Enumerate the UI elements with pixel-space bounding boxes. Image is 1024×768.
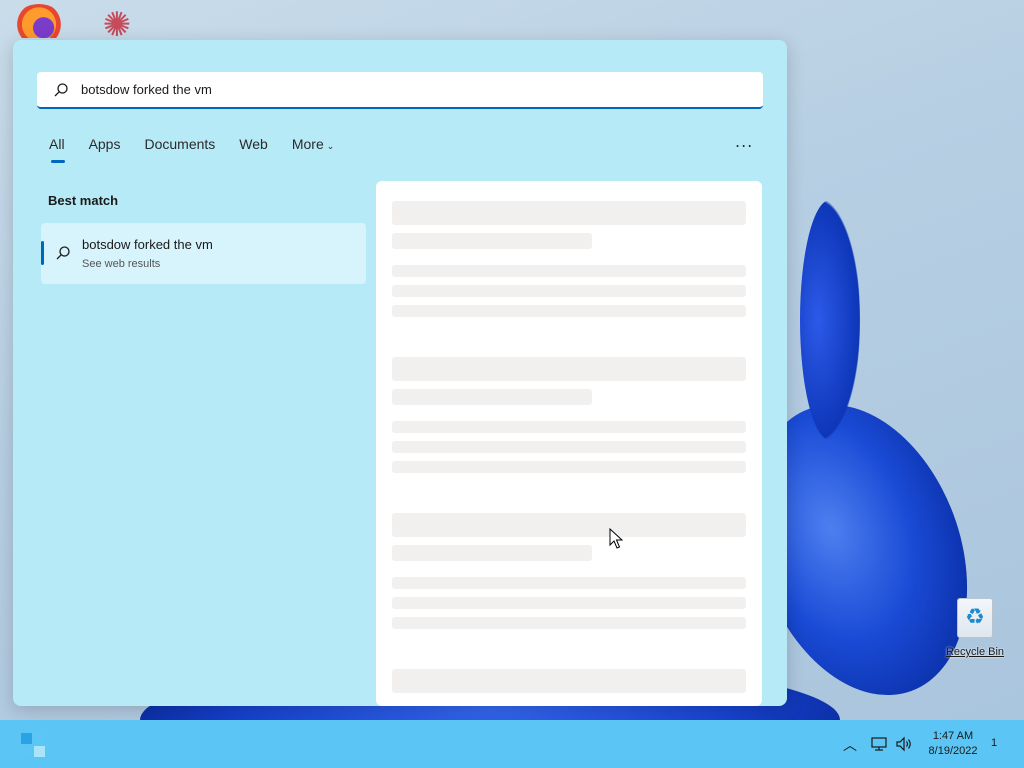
selection-indicator [41, 241, 44, 265]
search-box[interactable] [37, 72, 763, 109]
chevron-up-icon[interactable]: ︿ [843, 735, 857, 755]
best-match-heading: Best match [48, 193, 119, 208]
wallpaper-bloom [800, 200, 860, 440]
skeleton-line [392, 617, 746, 629]
result-title: botsdow forked the vm [82, 237, 213, 252]
tab-label: Apps [88, 136, 121, 152]
volume-icon[interactable] [895, 736, 913, 752]
chevron-down-icon: ⌄ [326, 142, 335, 152]
search-panel: All Apps Documents Web More⌄ ... Best ma… [13, 40, 787, 706]
tab-label: Web [239, 136, 268, 152]
tab-documents[interactable]: Documents [144, 136, 215, 166]
notification-badge[interactable]: 1 [991, 737, 997, 749]
tab-label: Documents [144, 136, 216, 152]
search-input[interactable] [81, 82, 681, 97]
search-filter-tabs: All Apps Documents Web More ⌄ [49, 136, 358, 166]
network-icon[interactable] [871, 736, 889, 752]
tab-all[interactable]: All [49, 136, 65, 166]
app-desktop-icon[interactable]: ✺ [94, 8, 140, 42]
clock-time: 1:47 AM [932, 730, 974, 742]
skeleton-line [392, 513, 746, 537]
result-subtitle: See web results [82, 258, 161, 270]
recycle-bin-desktop-icon[interactable]: ♻ Recycle Bin [944, 598, 1006, 658]
preview-pane-loading [376, 181, 762, 706]
skeleton-line [392, 305, 746, 317]
search-icon [54, 82, 68, 96]
skeleton-line [392, 265, 746, 277]
tab-web[interactable]: Web [239, 136, 268, 166]
skeleton-line [392, 389, 592, 405]
skeleton-line [392, 357, 746, 381]
skeleton-line [392, 421, 746, 433]
taskbar-clock[interactable]: 1:47 AM 8/19/2022 [922, 729, 984, 759]
mouse-cursor-icon [609, 528, 623, 549]
best-match-result[interactable]: botsdow forked the vm See web results [41, 223, 366, 284]
windows-start-icon[interactable] [20, 732, 46, 758]
search-icon [56, 246, 70, 260]
firefox-desktop-icon[interactable] [16, 4, 62, 38]
skeleton-line [392, 577, 746, 589]
skeleton-line [392, 201, 746, 225]
skeleton-line [392, 441, 746, 453]
more-options-button[interactable]: ... [735, 132, 753, 151]
skeleton-line [392, 597, 746, 609]
tab-more[interactable]: More ⌄ [292, 136, 334, 166]
skeleton-line [392, 669, 746, 693]
clock-date: 8/19/2022 [928, 745, 978, 757]
skeleton-line [392, 461, 746, 473]
skeleton-line [392, 545, 592, 561]
tab-label: All [49, 136, 65, 152]
tab-label: More [291, 136, 324, 152]
skeleton-line [392, 233, 592, 249]
skeleton-line [392, 285, 746, 297]
recycle-bin-label: Recycle Bin [945, 646, 1005, 658]
taskbar: ︿ 1:47 AM 8/19/2022 1 [0, 720, 1024, 768]
tab-apps[interactable]: Apps [89, 136, 121, 166]
recycle-bin-icon: ♻ [957, 598, 993, 638]
